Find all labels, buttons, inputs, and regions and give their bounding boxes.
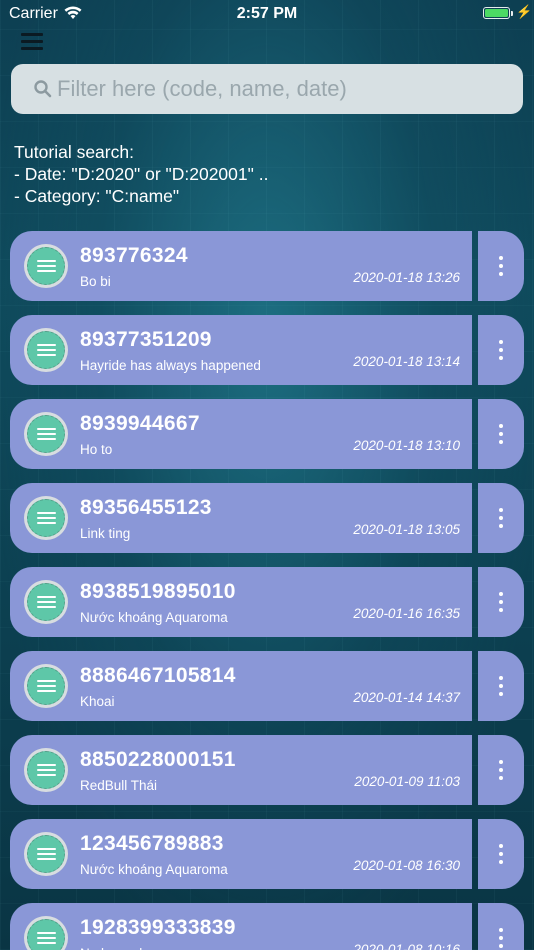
item-name: Ho to bbox=[80, 442, 113, 457]
list-icon bbox=[24, 916, 68, 950]
battery-level bbox=[485, 9, 508, 17]
list-item-card[interactable]: 89377351209 Hayride has always happened … bbox=[10, 315, 472, 385]
more-options-button[interactable] bbox=[478, 231, 524, 301]
search-input[interactable] bbox=[57, 64, 507, 114]
item-date: 2020-01-18 13:26 bbox=[353, 270, 460, 285]
hamburger-menu-button[interactable] bbox=[21, 33, 43, 51]
item-code: 89356455123 bbox=[80, 496, 212, 519]
item-name: Khoai bbox=[80, 694, 115, 709]
more-dots-icon bbox=[499, 760, 503, 764]
item-date: 2020-01-18 13:14 bbox=[353, 354, 460, 369]
item-code: 1928399333839 bbox=[80, 916, 236, 939]
list-item-card[interactable]: 123456789883 Nước khoáng Aquaroma 2020-0… bbox=[10, 819, 472, 889]
more-dots-icon bbox=[499, 928, 503, 932]
item-name: Bo bi bbox=[80, 274, 111, 289]
list-item: 8939944667 Ho to 2020-01-18 13:10 bbox=[10, 399, 524, 469]
more-options-button[interactable] bbox=[478, 819, 524, 889]
tutorial-hint: Tutorial search: - Date: "D:2020" or "D:… bbox=[14, 141, 268, 207]
list-item: 89377351209 Hayride has always happened … bbox=[10, 315, 524, 385]
charging-bolt-icon: ⚡ bbox=[516, 4, 533, 19]
more-options-button[interactable] bbox=[478, 399, 524, 469]
more-dots-icon bbox=[499, 340, 503, 344]
item-code: 893776324 bbox=[80, 244, 188, 267]
search-bar[interactable] bbox=[11, 64, 523, 114]
item-name: No barcode bbox=[80, 946, 150, 950]
item-name: Link ting bbox=[80, 526, 131, 541]
tutorial-date-hint: - Date: "D:2020" or "D:202001" .. bbox=[14, 164, 269, 184]
item-code: 123456789883 bbox=[80, 832, 224, 855]
more-dots-icon bbox=[499, 256, 503, 260]
list-item-card[interactable]: 8939944667 Ho to 2020-01-18 13:10 bbox=[10, 399, 472, 469]
item-date: 2020-01-14 14:37 bbox=[353, 690, 460, 705]
list-icon bbox=[24, 832, 68, 876]
item-code: 8886467105814 bbox=[80, 664, 236, 687]
search-icon bbox=[33, 79, 53, 104]
list-item-card[interactable]: 893776324 Bo bi 2020-01-18 13:26 bbox=[10, 231, 472, 301]
battery-icon bbox=[483, 7, 513, 19]
list-item: 8850228000151 RedBull Thái 2020-01-09 11… bbox=[10, 735, 524, 805]
list-item: 123456789883 Nước khoáng Aquaroma 2020-0… bbox=[10, 819, 524, 889]
list-item: 1928399333839 No barcode 2020-01-08 10:1… bbox=[10, 903, 524, 950]
list-icon bbox=[24, 748, 68, 792]
more-options-button[interactable] bbox=[478, 735, 524, 805]
list-item-card[interactable]: 1928399333839 No barcode 2020-01-08 10:1… bbox=[10, 903, 472, 950]
item-name: Nước khoáng Aquaroma bbox=[80, 862, 228, 877]
list-icon bbox=[24, 496, 68, 540]
list-icon bbox=[24, 664, 68, 708]
barcode-list: 893776324 Bo bi 2020-01-18 13:26 8937735… bbox=[10, 231, 524, 950]
more-options-button[interactable] bbox=[478, 567, 524, 637]
list-icon bbox=[24, 580, 68, 624]
more-dots-icon bbox=[499, 676, 503, 680]
list-item: 89356455123 Link ting 2020-01-18 13:05 bbox=[10, 483, 524, 553]
more-options-button[interactable] bbox=[478, 315, 524, 385]
more-dots-icon bbox=[499, 508, 503, 512]
item-date: 2020-01-08 16:30 bbox=[353, 858, 460, 873]
more-dots-icon bbox=[499, 844, 503, 848]
item-code: 8939944667 bbox=[80, 412, 200, 435]
list-item-card[interactable]: 89356455123 Link ting 2020-01-18 13:05 bbox=[10, 483, 472, 553]
item-date: 2020-01-18 13:10 bbox=[353, 438, 460, 453]
item-date: 2020-01-18 13:05 bbox=[353, 522, 460, 537]
item-code: 8850228000151 bbox=[80, 748, 236, 771]
status-bar: Carrier 2:57 PM ⚡ bbox=[0, 0, 534, 28]
list-icon bbox=[24, 412, 68, 456]
item-date: 2020-01-16 16:35 bbox=[353, 606, 460, 621]
item-name: Nước khoáng Aquaroma bbox=[80, 610, 228, 625]
more-dots-icon bbox=[499, 424, 503, 428]
list-icon bbox=[24, 328, 68, 372]
list-item: 8938519895010 Nước khoáng Aquaroma 2020-… bbox=[10, 567, 524, 637]
list-item-card[interactable]: 8850228000151 RedBull Thái 2020-01-09 11… bbox=[10, 735, 472, 805]
status-time: 2:57 PM bbox=[236, 5, 298, 22]
list-item-card[interactable]: 8886467105814 Khoai 2020-01-14 14:37 bbox=[10, 651, 472, 721]
item-name: Hayride has always happened bbox=[80, 358, 261, 373]
item-name: RedBull Thái bbox=[80, 778, 158, 793]
item-date: 2020-01-09 11:03 bbox=[354, 774, 460, 789]
item-code: 89377351209 bbox=[80, 328, 212, 351]
tutorial-title: Tutorial search: bbox=[14, 142, 134, 162]
more-options-button[interactable] bbox=[478, 483, 524, 553]
item-code: 8938519895010 bbox=[80, 580, 236, 603]
more-dots-icon bbox=[499, 592, 503, 596]
list-item: 8886467105814 Khoai 2020-01-14 14:37 bbox=[10, 651, 524, 721]
list-icon bbox=[24, 244, 68, 288]
tutorial-category-hint: - Category: "C:name" bbox=[14, 186, 180, 206]
list-item-card[interactable]: 8938519895010 Nước khoáng Aquaroma 2020-… bbox=[10, 567, 472, 637]
more-options-button[interactable] bbox=[478, 651, 524, 721]
item-date: 2020-01-08 10:16 bbox=[353, 942, 460, 950]
list-item: 893776324 Bo bi 2020-01-18 13:26 bbox=[10, 231, 524, 301]
more-options-button[interactable] bbox=[478, 903, 524, 950]
